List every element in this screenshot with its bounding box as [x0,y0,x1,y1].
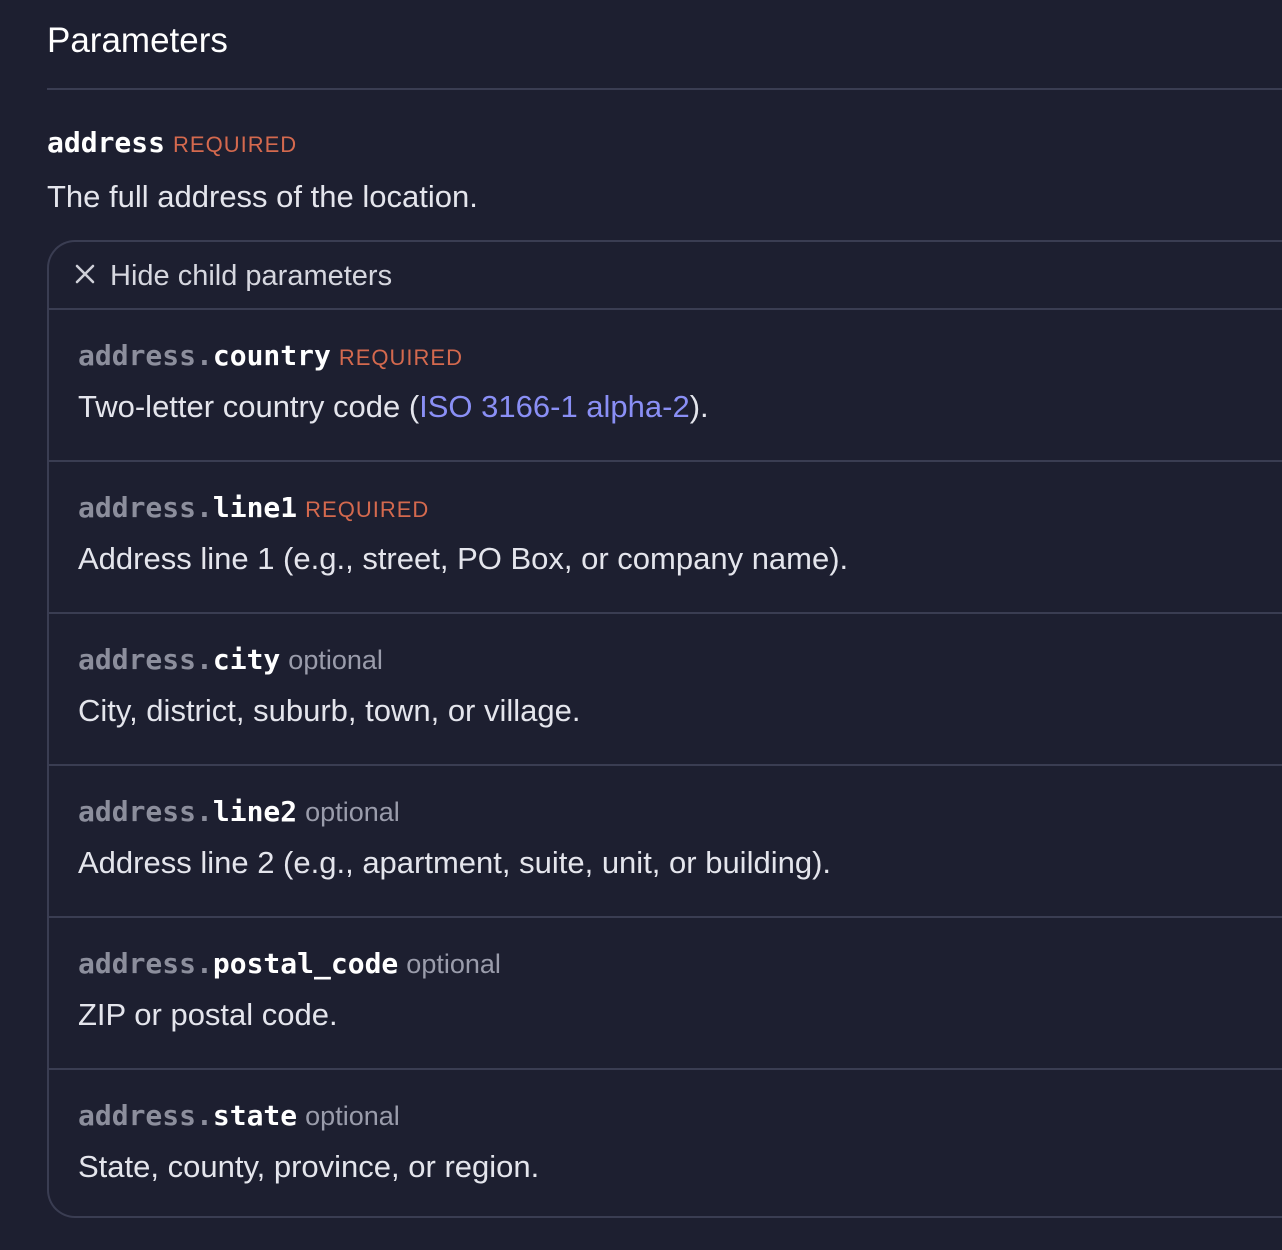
child-param-prefix: address. [78,339,213,372]
child-param-prefix: address. [78,491,213,524]
section-heading: Parameters [47,21,228,60]
child-param-name-row: address.line2 optional [78,794,400,835]
child-param-name: postal_code [212,947,399,980]
child-param-name-row: address.country REQUIRED [78,338,463,379]
child-param-name-row: address.state optional [78,1098,400,1139]
description-text: Two-letter country code ( [78,389,420,424]
child-param-description: Address line 1 (e.g., street, PO Box, or… [78,541,849,576]
close-icon [75,264,95,284]
required-badge: REQUIRED [338,345,463,370]
child-param-postal-code: address.postal_code optional ZIP or posta… [49,918,1282,1070]
child-param-line1: address.line1 REQUIRED Address line 1 (e.… [49,462,1282,614]
optional-badge: optional [288,645,383,675]
child-param-description: Address line 2 (e.g., apartment, suite, … [78,845,832,880]
child-param-prefix: address. [78,795,213,828]
iso-3166-link[interactable]: ISO 3166-1 alpha-2 [419,389,690,424]
optional-badge: optional [305,1101,400,1131]
child-param-description: City, district, suburb, town, or village… [78,693,581,728]
section-divider [47,88,1282,90]
child-param-name-row: address.line1 REQUIRED [78,490,429,531]
param-name: address [47,126,166,159]
optional-badge: optional [406,949,501,979]
child-param-line2: address.line2 optional Address line 2 (e.… [49,766,1282,918]
required-badge: REQUIRED [173,132,298,157]
child-param-description: State, county, province, or region. [78,1149,540,1184]
child-param-name: line1 [212,491,298,524]
child-param-prefix: address. [78,1099,213,1132]
child-param-name-row: address.postal_code optional [78,946,501,987]
description-text-end: ). [689,389,709,424]
child-parameters-panel: Hide child parameters address.country REQ… [47,240,1282,1218]
optional-badge: optional [305,797,400,827]
param-header: address REQUIRED [47,126,297,159]
child-param-city: address.city optional City, district, sub… [49,614,1282,766]
hide-child-parameters-button[interactable]: Hide child parameters [49,242,1282,310]
child-param-name-row: address.city optional [78,642,383,683]
child-param-prefix: address. [78,947,213,980]
child-param-name: city [212,643,281,676]
child-param-description: Two-letter country code (ISO 3166-1 alph… [78,386,709,428]
child-param-name: country [212,339,331,372]
required-badge: REQUIRED [305,497,430,522]
child-param-name: state [212,1099,298,1132]
child-param-state: address.state optional State, county, pro… [49,1070,1282,1222]
child-param-prefix: address. [78,643,213,676]
child-param-name: line2 [212,795,298,828]
param-description: The full address of the location. [47,179,478,214]
child-param-country: address.country REQUIRED Two-letter count… [49,310,1282,462]
child-param-description: ZIP or postal code. [78,997,338,1032]
hide-child-parameters-label: Hide child parameters [110,260,393,292]
